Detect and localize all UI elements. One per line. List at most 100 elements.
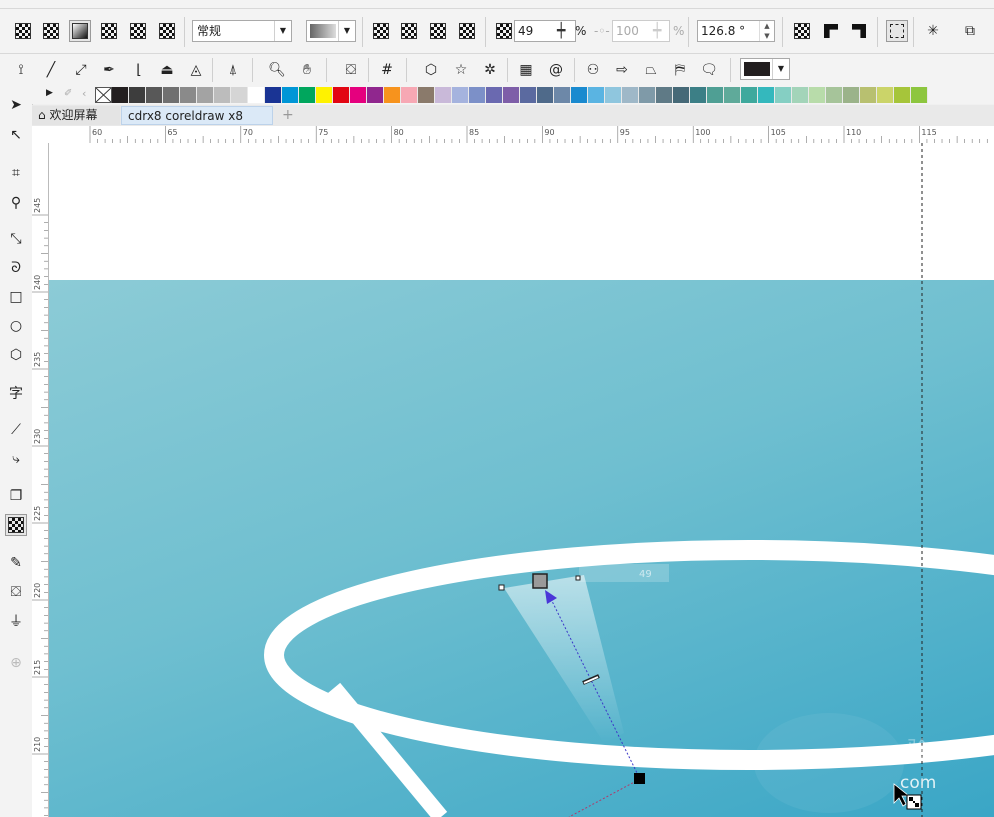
transparency-input[interactable]: 49 ┿ bbox=[514, 20, 576, 42]
edit-transparency-button[interactable]: ⧉ bbox=[959, 20, 981, 42]
outline-color-dropdown[interactable]: ▼ bbox=[740, 58, 790, 80]
color-swatch[interactable] bbox=[452, 87, 469, 103]
scroll-left-icon[interactable]: ▶ bbox=[46, 88, 53, 98]
color-swatch[interactable] bbox=[486, 87, 503, 103]
color-swatch[interactable] bbox=[690, 87, 707, 103]
ellipse-tool-button[interactable]: ○ bbox=[5, 315, 27, 337]
color-swatch[interactable] bbox=[469, 87, 486, 103]
color-swatch[interactable] bbox=[163, 87, 180, 103]
new-tab-button[interactable]: + bbox=[276, 106, 296, 125]
color-swatch[interactable] bbox=[877, 87, 894, 103]
freehand-tool-button[interactable]: ⟟ bbox=[10, 59, 32, 81]
ruler-horizontal[interactable]: 60 65 70 75 80 85 90 95 100 105 110 115 bbox=[48, 126, 994, 144]
freeze-transparency-button[interactable] bbox=[886, 20, 908, 42]
linear-fountain-button[interactable] bbox=[370, 20, 392, 42]
bspline-tool-button[interactable]: ⌊ bbox=[128, 59, 150, 81]
color-swatch[interactable] bbox=[180, 87, 197, 103]
bezier-tool-button[interactable]: ⤢ bbox=[70, 59, 92, 81]
conical-fountain-button[interactable] bbox=[427, 20, 449, 42]
dimension-tool-button[interactable]: ⟋ bbox=[5, 419, 27, 441]
color-swatch[interactable] bbox=[435, 87, 452, 103]
color-swatch[interactable] bbox=[724, 87, 741, 103]
color-swatch[interactable] bbox=[248, 87, 265, 103]
smart-fill-button[interactable]: ⏚ bbox=[5, 610, 27, 632]
transparency-tool-button[interactable] bbox=[5, 514, 27, 536]
grid-button[interactable]: # bbox=[376, 59, 398, 81]
banner-shapes-button[interactable]: ⛿ bbox=[669, 59, 691, 81]
tab-document[interactable]: cdrx8 coreldraw x8 教... bbox=[121, 106, 273, 142]
tab-welcome[interactable]: ⌂ 欢迎屏幕 bbox=[32, 106, 120, 125]
stand-leg-shape[interactable] bbox=[327, 682, 448, 817]
no-transparency-button[interactable] bbox=[12, 20, 34, 42]
color-swatch[interactable] bbox=[775, 87, 792, 103]
curve-tool-button[interactable]: ⤡ bbox=[5, 228, 27, 250]
transparency-slider-overlay[interactable] bbox=[579, 564, 669, 582]
color-swatch[interactable] bbox=[197, 87, 214, 103]
rectangle-tool-button[interactable]: □ bbox=[5, 286, 27, 308]
chevron-left-icon[interactable]: ‹ bbox=[82, 87, 86, 100]
artistic-media-button[interactable]: ᘐ bbox=[5, 257, 27, 279]
handle-node[interactable] bbox=[575, 575, 581, 581]
zoom-tool-button[interactable]: ⚲ bbox=[5, 192, 27, 214]
color-swatch[interactable] bbox=[911, 87, 928, 103]
color-swatch[interactable] bbox=[554, 87, 571, 103]
color-swatch[interactable] bbox=[282, 87, 299, 103]
add-tool-button[interactable]: ⊕ bbox=[5, 652, 27, 674]
transparency-end-node[interactable] bbox=[634, 773, 645, 784]
pan-tool-button[interactable]: ✋︎ bbox=[296, 59, 318, 81]
drawing-canvas[interactable]: 49 验 com bbox=[49, 143, 994, 817]
text-tool-button[interactable]: 字 bbox=[5, 382, 27, 404]
eyedropper-icon[interactable]: ✐ bbox=[64, 88, 72, 99]
color-swatch[interactable] bbox=[520, 87, 537, 103]
rectangular-fountain-button[interactable] bbox=[456, 20, 478, 42]
color-swatch[interactable] bbox=[231, 87, 248, 103]
smart-fill-button[interactable]: ⛋ bbox=[340, 59, 362, 81]
color-swatch[interactable] bbox=[707, 87, 724, 103]
crop-tool-button[interactable]: ⌗ bbox=[5, 162, 27, 184]
graph-paper-button[interactable]: ▦ bbox=[515, 59, 537, 81]
color-swatch[interactable] bbox=[792, 87, 809, 103]
color-swatch[interactable] bbox=[809, 87, 826, 103]
flowchart-shapes-button[interactable]: ⏢ bbox=[640, 59, 662, 81]
midpoint-input[interactable]: 100 ┿ bbox=[612, 20, 670, 42]
color-swatch[interactable] bbox=[503, 87, 520, 103]
spin-arrows-icon[interactable]: ▲ ▼ bbox=[759, 21, 774, 41]
eyedropper-tool-button[interactable]: ✎ bbox=[5, 552, 27, 574]
color-swatch[interactable] bbox=[316, 87, 333, 103]
callout-shapes-button[interactable]: 🗨︎ bbox=[698, 59, 720, 81]
color-swatch[interactable] bbox=[299, 87, 316, 103]
color-swatch[interactable] bbox=[826, 87, 843, 103]
mirror-button[interactable]: ⍋ bbox=[222, 59, 244, 81]
color-swatch[interactable] bbox=[350, 87, 367, 103]
gradient-picker-dropdown[interactable]: ▼ bbox=[306, 20, 356, 42]
color-swatch[interactable] bbox=[214, 87, 231, 103]
spiral-tool-button[interactable]: @ bbox=[545, 59, 567, 81]
shape-tool-button[interactable]: ↖ bbox=[5, 124, 27, 146]
angle-input[interactable]: 126.8 ° ▲ ▼ bbox=[697, 20, 775, 42]
merge-mode-dropdown[interactable]: 常规 ▼ bbox=[192, 20, 292, 42]
color-swatch[interactable] bbox=[367, 87, 384, 103]
pick-tool-button[interactable]: ➤ bbox=[5, 94, 27, 116]
ruler-corner[interactable] bbox=[32, 126, 49, 144]
color-swatch[interactable] bbox=[571, 87, 588, 103]
color-swatch[interactable] bbox=[265, 87, 282, 103]
color-swatch[interactable] bbox=[894, 87, 911, 103]
vector-pattern-transparency-button[interactable] bbox=[98, 20, 120, 42]
color-swatch[interactable] bbox=[401, 87, 418, 103]
color-swatch[interactable] bbox=[860, 87, 877, 103]
color-swatch[interactable] bbox=[741, 87, 758, 103]
polyline-tool-button[interactable]: ⏏ bbox=[156, 59, 178, 81]
color-swatch[interactable] bbox=[758, 87, 775, 103]
star-tool-button[interactable]: ☆ bbox=[450, 59, 472, 81]
line-tool-button[interactable]: ╱ bbox=[40, 59, 62, 81]
elliptical-fountain-button[interactable] bbox=[398, 20, 420, 42]
color-swatch[interactable] bbox=[112, 87, 129, 103]
3point-curve-button[interactable]: ◬ bbox=[185, 59, 207, 81]
drop-shadow-button[interactable]: ❐ bbox=[5, 485, 27, 507]
handle-node[interactable] bbox=[498, 584, 505, 591]
connector-tool-button[interactable]: ⤷ bbox=[5, 448, 27, 470]
color-swatch[interactable] bbox=[622, 87, 639, 103]
two-color-transparency-button[interactable] bbox=[156, 20, 178, 42]
bitmap-pattern-transparency-button[interactable] bbox=[127, 20, 149, 42]
color-swatch[interactable] bbox=[673, 87, 690, 103]
